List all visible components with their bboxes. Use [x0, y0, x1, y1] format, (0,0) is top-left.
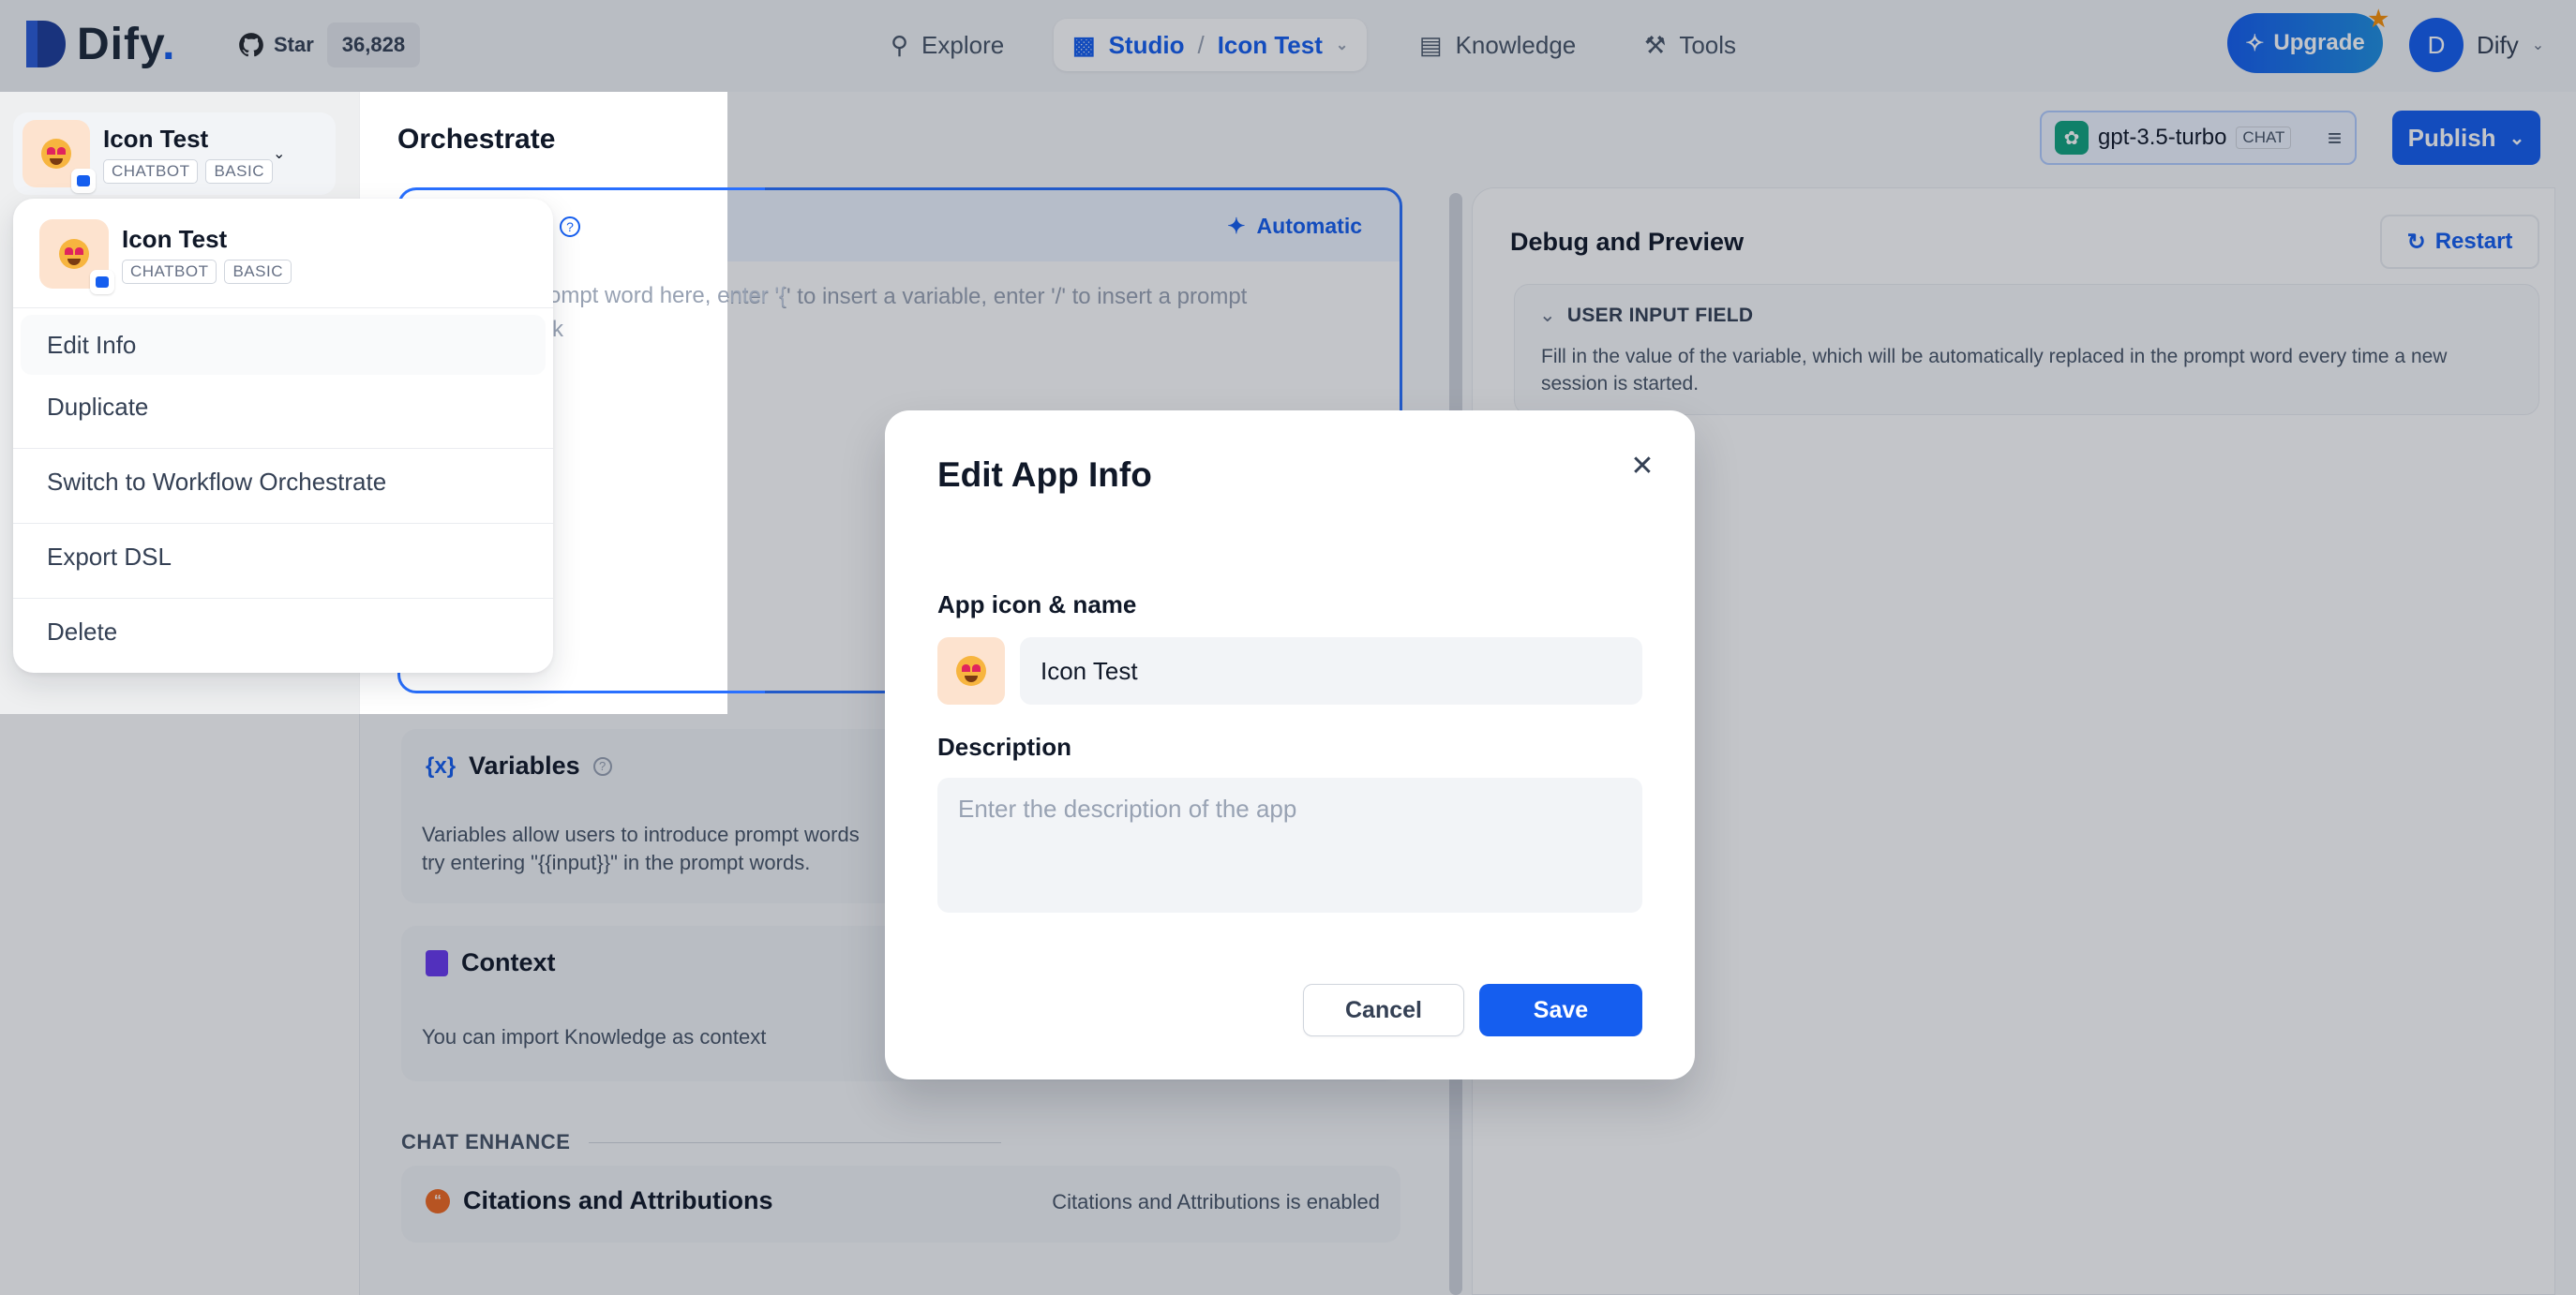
- app-type-tag: CHATBOT: [122, 259, 217, 284]
- menu-item-delete[interactable]: Delete: [21, 602, 546, 662]
- menu-item-export-dsl[interactable]: Export DSL: [21, 527, 546, 587]
- menu-item-duplicate[interactable]: Duplicate: [21, 377, 546, 437]
- app-mode-tag: BASIC: [224, 259, 292, 284]
- app-switcher[interactable]: Icon Test CHATBOT BASIC ⌄: [13, 112, 336, 195]
- divider: [13, 523, 553, 524]
- chatbot-badge-icon: [71, 169, 96, 193]
- save-button[interactable]: Save: [1479, 984, 1642, 1036]
- help-icon[interactable]: ?: [560, 216, 580, 237]
- description-input[interactable]: [937, 778, 1642, 913]
- app-name-input[interactable]: [1020, 637, 1642, 705]
- app-icon-name-label: App icon & name: [937, 590, 1137, 618]
- app-name: Icon Test: [122, 224, 228, 253]
- description-label: Description: [937, 733, 1072, 761]
- divider: [13, 448, 553, 449]
- menu-item-switch-to-workflow[interactable]: Switch to Workflow Orchestrate: [21, 452, 546, 512]
- heart-eyes-emoji-icon: [937, 637, 1005, 705]
- app-icon: [39, 219, 114, 294]
- app-type-tag: CHATBOT: [103, 158, 199, 184]
- edit-app-info-dialog: Edit App Info ✕ App icon & name Descript…: [885, 410, 1695, 1079]
- chevron-down-icon: ⌄: [273, 146, 286, 162]
- page-title-overlay: Orchestrate: [397, 124, 556, 155]
- app-icon-picker[interactable]: [937, 637, 1005, 705]
- divider: [13, 307, 553, 308]
- app-mode-tag: BASIC: [205, 158, 273, 184]
- app-actions-menu: Icon Test CHATBOT BASIC Edit Info Duplic…: [13, 199, 553, 673]
- menu-app-header: Icon Test CHATBOT BASIC: [39, 219, 292, 294]
- cancel-button[interactable]: Cancel: [1303, 984, 1464, 1036]
- app-name: Icon Test: [103, 124, 209, 153]
- divider: [13, 598, 553, 599]
- chatbot-badge-icon: [90, 270, 114, 294]
- close-icon[interactable]: ✕: [1625, 450, 1659, 484]
- app-icon: [22, 120, 96, 193]
- dialog-title: Edit App Info: [937, 455, 1152, 494]
- menu-item-edit-info[interactable]: Edit Info: [21, 315, 546, 375]
